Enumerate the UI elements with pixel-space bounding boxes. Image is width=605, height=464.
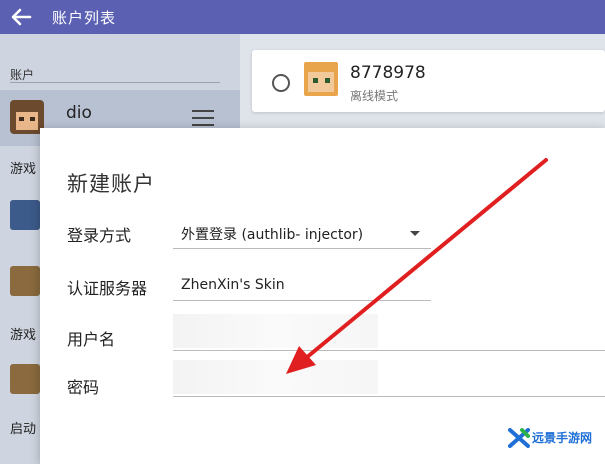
annotation-arrow-icon [286, 158, 548, 374]
watermark-text: 远景手游网 [532, 431, 593, 445]
watermark-logo-icon [508, 428, 530, 448]
